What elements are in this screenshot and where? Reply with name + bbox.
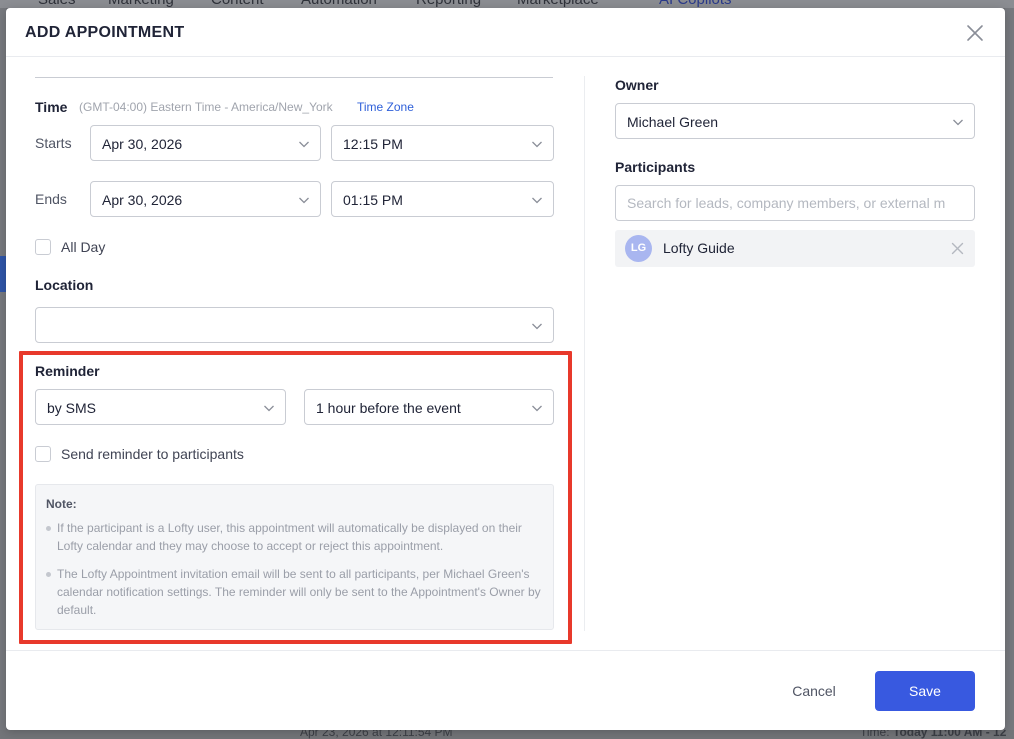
background-right-panel bbox=[1005, 8, 1014, 739]
location-select[interactable] bbox=[35, 307, 554, 343]
timezone-link[interactable]: Time Zone bbox=[357, 100, 414, 114]
chevron-down-icon bbox=[531, 319, 543, 331]
cancel-button[interactable]: Cancel bbox=[772, 671, 856, 711]
start-date-select[interactable]: Apr 30, 2026 bbox=[90, 125, 321, 161]
reminder-timing-select[interactable]: 1 hour before the event bbox=[304, 389, 554, 425]
save-button[interactable]: Save bbox=[875, 671, 975, 711]
end-date-select[interactable]: Apr 30, 2026 bbox=[90, 181, 321, 217]
bg-nav-item: Marketplace bbox=[517, 0, 599, 8]
column-divider bbox=[584, 76, 585, 631]
bg-nav-item: Automation bbox=[301, 0, 377, 8]
bg-nav-item: AI Copilots bbox=[659, 0, 732, 8]
note-item-text: If the participant is a Lofty user, this… bbox=[57, 521, 522, 553]
note-item: The Lofty Appointment invitation email w… bbox=[46, 565, 541, 619]
end-time-select[interactable]: 01:15 PM bbox=[331, 181, 554, 217]
reminder-timing-value: 1 hour before the event bbox=[316, 400, 461, 416]
background-bottom: Apr 23, 2026 at 12:11:54 PM Time: Today … bbox=[0, 730, 1014, 739]
start-date-value: Apr 30, 2026 bbox=[102, 136, 183, 152]
close-button[interactable] bbox=[964, 22, 986, 44]
time-label: Time bbox=[35, 99, 68, 115]
participant-name: Lofty Guide bbox=[663, 240, 735, 256]
location-label: Location bbox=[35, 277, 94, 293]
bg-nav-item: Sales bbox=[38, 0, 76, 8]
scrolled-field-bottom-border bbox=[35, 77, 553, 78]
remove-participant-button[interactable] bbox=[951, 242, 964, 255]
avatar: LG bbox=[625, 235, 652, 262]
owner-value: Michael Green bbox=[627, 114, 719, 130]
note-title: Note: bbox=[46, 497, 77, 511]
all-day-checkbox[interactable] bbox=[35, 239, 51, 255]
chevron-down-icon bbox=[531, 193, 543, 205]
owner-select[interactable]: Michael Green bbox=[615, 103, 975, 139]
bg-bottom-right-value: Today 11:00 AM - 12 bbox=[893, 730, 1007, 739]
reminder-label: Reminder bbox=[35, 363, 100, 379]
chevron-down-icon bbox=[263, 401, 275, 413]
modal-header: ADD APPOINTMENT bbox=[6, 8, 1005, 57]
bullet-icon bbox=[46, 526, 51, 531]
chevron-down-icon bbox=[952, 115, 964, 127]
footer-divider bbox=[6, 650, 1005, 651]
bg-nav-item: Reporting bbox=[416, 0, 481, 8]
note-item-text: The Lofty Appointment invitation email w… bbox=[57, 567, 541, 617]
bg-nav-item: Marketing bbox=[108, 0, 174, 8]
participants-search bbox=[615, 185, 975, 221]
participants-search-input[interactable] bbox=[616, 186, 974, 220]
chevron-down-icon bbox=[298, 193, 310, 205]
bg-bottom-right-label: Time: bbox=[860, 730, 890, 739]
close-icon bbox=[967, 25, 983, 41]
reminder-method-select[interactable]: by SMS bbox=[35, 389, 286, 425]
ends-label: Ends bbox=[35, 191, 67, 207]
send-reminder-checkbox[interactable] bbox=[35, 446, 51, 462]
start-time-value: 12:15 PM bbox=[343, 136, 403, 152]
note-box: Note: If the participant is a Lofty user… bbox=[35, 484, 554, 630]
start-time-select[interactable]: 12:15 PM bbox=[331, 125, 554, 161]
note-item: If the participant is a Lofty user, this… bbox=[46, 519, 541, 555]
bullet-icon bbox=[46, 572, 51, 577]
modal-title: ADD APPOINTMENT bbox=[25, 24, 185, 41]
starts-label: Starts bbox=[35, 135, 72, 151]
close-icon bbox=[951, 242, 964, 255]
timezone-text: (GMT-04:00) Eastern Time - America/New_Y… bbox=[79, 100, 333, 114]
reminder-method-value: by SMS bbox=[47, 400, 97, 416]
send-reminder-label[interactable]: Send reminder to participants bbox=[61, 446, 244, 462]
owner-label: Owner bbox=[615, 77, 659, 93]
chevron-down-icon bbox=[298, 137, 310, 149]
all-day-label[interactable]: All Day bbox=[61, 239, 105, 255]
participants-label: Participants bbox=[615, 159, 696, 175]
end-time-value: 01:15 PM bbox=[343, 192, 403, 208]
end-date-value: Apr 30, 2026 bbox=[102, 192, 183, 208]
add-appointment-modal: ADD APPOINTMENT Time (GMT-04:00) Eastern… bbox=[6, 8, 1005, 730]
chevron-down-icon bbox=[531, 401, 543, 413]
participant-chip: LG Lofty Guide bbox=[615, 230, 975, 267]
bg-nav-item: Content bbox=[211, 0, 264, 8]
bg-bottom-text: Apr 23, 2026 at 12:11:54 PM bbox=[300, 730, 453, 739]
chevron-down-icon bbox=[531, 137, 543, 149]
background-nav: Sales Marketing Content Automation Repor… bbox=[0, 0, 1014, 8]
